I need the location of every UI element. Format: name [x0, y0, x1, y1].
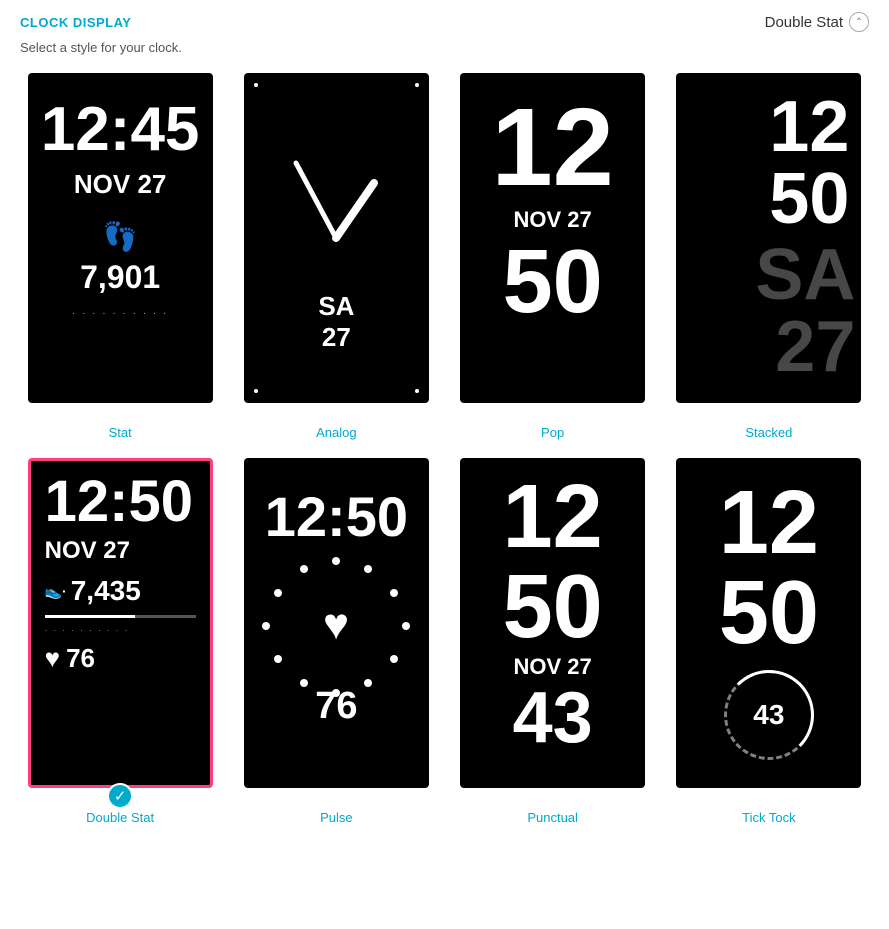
watch-face-analog[interactable]: SA27 [244, 73, 429, 403]
punctual-label[interactable]: Punctual [527, 810, 578, 825]
stacked-date-overlay: SA27 [755, 239, 855, 383]
double-stat-heart: 76 [66, 643, 95, 674]
tick-tock-circle: 43 [724, 670, 814, 760]
page-title: CLOCK DISPLAY [20, 15, 131, 30]
analog-date: SA27 [244, 291, 429, 353]
watch-item-double-stat[interactable]: 12:50 NOV 27 👟· 7,435 · · · · · · · · · … [20, 458, 220, 825]
double-stat-label[interactable]: Double Stat [86, 810, 154, 825]
pop-min: 50 [503, 237, 603, 327]
pulse-label[interactable]: Pulse [320, 810, 353, 825]
pop-badge-area [460, 403, 645, 417]
tick-tock-hour: 12 [719, 478, 819, 568]
tick-tock-label[interactable]: Tick Tock [742, 810, 795, 825]
watch-face-pop[interactable]: 12 NOV 27 50 [460, 73, 645, 403]
pop-date: NOV 27 [513, 207, 591, 233]
watch-face-stacked[interactable]: 12 50 SA27 [676, 73, 861, 403]
watch-face-punctual[interactable]: 12 50 NOV 27 43 [460, 458, 645, 788]
watch-face-pulse[interactable]: 12:50 ♥ [244, 458, 429, 788]
punctual-badge-area [460, 788, 645, 802]
double-stat-time: 12:50 [45, 473, 193, 531]
stat-date: NOV 27 [74, 169, 167, 200]
punctual-date: NOV 27 [513, 654, 591, 680]
pulse-time: 12:50 [244, 484, 429, 549]
stat-steps: 7,901 [80, 259, 160, 296]
punctual-num: 43 [513, 682, 593, 754]
pop-label[interactable]: Pop [541, 425, 564, 440]
heart-icon: ♥ [45, 643, 60, 674]
pop-hour: 12 [491, 93, 613, 203]
analog-badge-area [244, 403, 429, 417]
stacked-label[interactable]: Stacked [745, 425, 792, 440]
tick-tock-badge-area [676, 788, 861, 802]
stat-dots: · · · · · · · · · · [72, 308, 168, 319]
watch-face-stat[interactable]: 12:45 NOV 27 👣 7,901 · · · · · · · · · · [28, 73, 213, 403]
double-stat-steps-row: 👟· 7,435 [45, 575, 141, 607]
stat-badge-area [28, 403, 213, 417]
watch-style-grid: 12:45 NOV 27 👣 7,901 · · · · · · · · · ·… [20, 73, 869, 825]
watch-item-stat[interactable]: 12:45 NOV 27 👣 7,901 · · · · · · · · · ·… [20, 73, 220, 440]
stacked-min: 50 [769, 163, 849, 235]
current-style-selector[interactable]: Double Stat ⌃ [765, 12, 869, 32]
punctual-min: 50 [503, 562, 603, 652]
stacked-hour: 12 [769, 91, 849, 163]
watch-face-double-stat[interactable]: 12:50 NOV 27 👟· 7,435 · · · · · · · · · … [28, 458, 213, 788]
double-stat-badge-area: ✓ [28, 788, 213, 802]
double-stat-progress-dots: · · · · · · · · · · [45, 626, 130, 635]
stacked-badge-area [676, 403, 861, 417]
pulse-heart-count: 76 [244, 685, 429, 728]
subtitle: Select a style for your clock. [20, 40, 869, 55]
double-stat-steps: 7,435 [71, 575, 141, 607]
analog-clock-hands [244, 73, 429, 403]
watch-item-stacked[interactable]: 12 50 SA27 Stacked [669, 73, 869, 440]
pulse-badge-area [244, 788, 429, 802]
double-stat-heart-row: ♥ 76 [45, 643, 95, 674]
tick-tock-num: 43 [753, 699, 784, 731]
watch-item-pulse[interactable]: 12:50 ♥ [236, 458, 436, 825]
punctual-hour: 12 [503, 472, 603, 562]
analog-label[interactable]: Analog [316, 425, 356, 440]
current-style-label: Double Stat [765, 14, 843, 31]
tick-tock-min: 50 [719, 568, 819, 658]
watch-item-pop[interactable]: 12 NOV 27 50 Pop [453, 73, 653, 440]
double-stat-date: NOV 27 [45, 537, 130, 565]
page-header: CLOCK DISPLAY Double Stat ⌃ [20, 8, 869, 34]
stat-time: 12:45 [41, 99, 200, 161]
chevron-up-icon[interactable]: ⌃ [849, 12, 869, 32]
watch-item-tick-tock[interactable]: 12 50 43 Tick Tock [669, 458, 869, 825]
watch-item-punctual[interactable]: 12 50 NOV 27 43 Punctual [453, 458, 653, 825]
svg-text:♥: ♥ [323, 600, 349, 649]
watch-item-analog[interactable]: SA27 Analog [236, 73, 436, 440]
stat-steps-icon: 👣 [103, 220, 138, 253]
steps-icon: 👟· [45, 583, 67, 600]
stat-label[interactable]: Stat [109, 425, 132, 440]
watch-face-tick-tock[interactable]: 12 50 43 [676, 458, 861, 788]
selected-checkmark-badge: ✓ [107, 783, 133, 809]
double-stat-progress-bar [45, 615, 196, 618]
